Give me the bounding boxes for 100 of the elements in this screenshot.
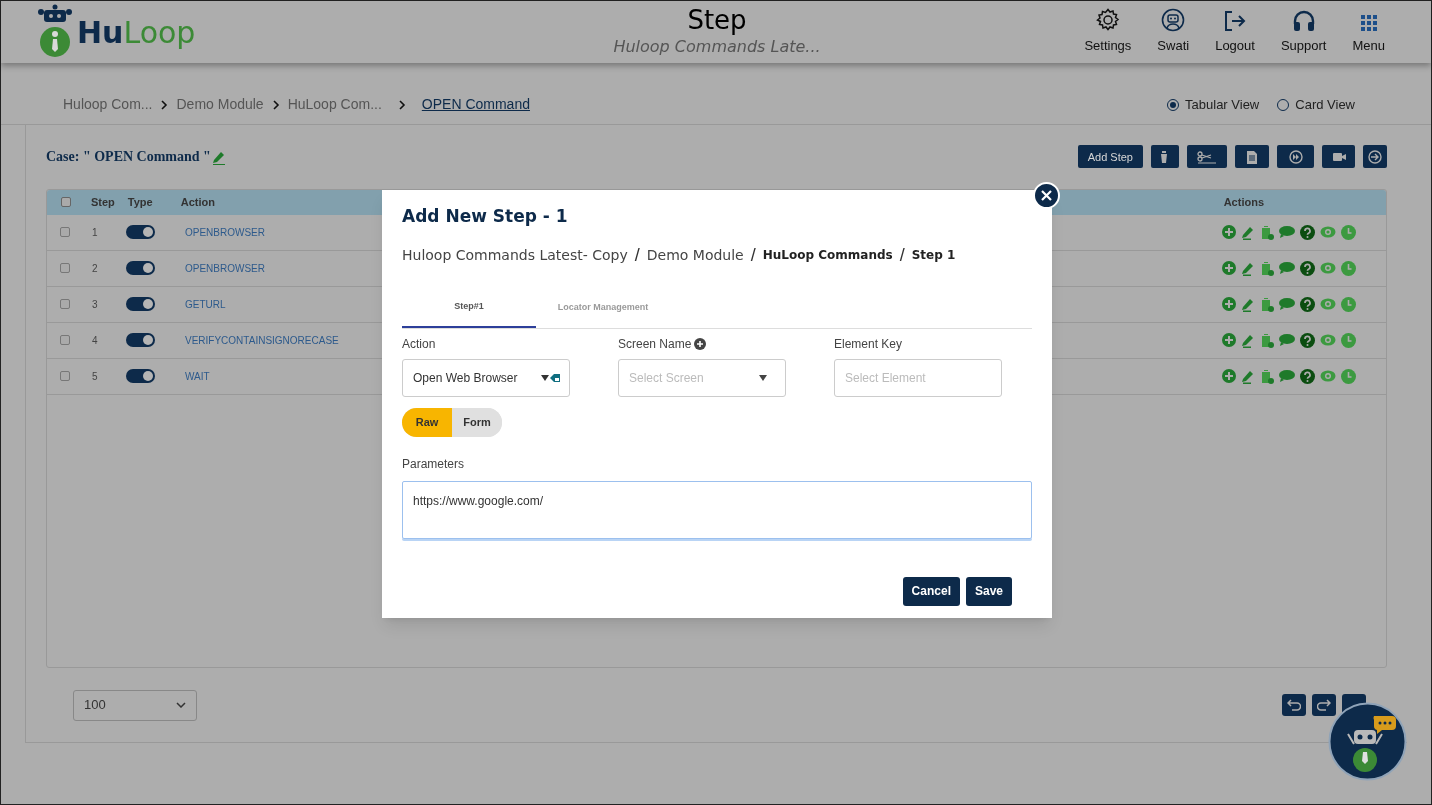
chevron-right-icon (271, 99, 280, 110)
field-label: Screen Name (618, 335, 692, 353)
table-cell-text: 3 (92, 297, 99, 312)
toggle-switch[interactable] (126, 333, 155, 348)
select-placeholder: Select Screen (629, 369, 704, 387)
edit-icon[interactable] (1241, 224, 1255, 240)
chevron-right-icon (160, 99, 169, 110)
dialog-title: Add New Step - 1 (402, 205, 569, 228)
toolbar-button[interactable] (1277, 145, 1314, 169)
settings-icon (1095, 8, 1120, 33)
eye-icon[interactable] (1320, 370, 1336, 383)
menu-icon (1359, 14, 1378, 33)
document-icon (1244, 149, 1260, 164)
toolbar-button[interactable] (1235, 145, 1269, 169)
robot-logo-icon (37, 4, 73, 60)
toolbar-button[interactable] (1363, 145, 1387, 169)
table-cell-text: OPENBROWSER (185, 261, 265, 276)
close-icon (1041, 190, 1052, 201)
headphones-icon (1291, 10, 1316, 33)
toolbar-button[interactable] (1322, 145, 1355, 169)
nav-button[interactable]: Settings (1082, 8, 1134, 56)
table-cell-text: 4 (92, 333, 99, 348)
path-separator: / (750, 243, 756, 267)
edit-icon[interactable] (1241, 260, 1255, 276)
path-label: Huloop Commands Latest- Copy (402, 245, 628, 265)
help-icon[interactable] (1300, 296, 1315, 312)
eye-icon[interactable] (1320, 298, 1336, 311)
edit-icon[interactable] (1241, 332, 1255, 348)
clock-icon[interactable] (1341, 332, 1356, 348)
logout-icon (1223, 10, 1248, 33)
case-title: Case: " OPEN Command " (46, 148, 211, 167)
toggle-switch[interactable] (126, 225, 155, 240)
row-checkbox[interactable] (60, 371, 70, 382)
undo-button[interactable] (1282, 694, 1306, 717)
row-checkbox[interactable] (60, 335, 70, 346)
comment-icon[interactable] (1279, 298, 1295, 311)
eye-icon[interactable] (1320, 334, 1336, 347)
page-size-select[interactable]: 100 (73, 689, 197, 721)
nav-button[interactable]: Menu (1350, 14, 1387, 56)
field-label: Action (402, 335, 437, 353)
table-cell-text: OPENBROWSER (185, 225, 265, 240)
action-select[interactable]: Open Web Browser (402, 358, 570, 397)
column-header: Step (91, 194, 115, 210)
robot-avatar-icon (1161, 8, 1186, 33)
select-all-checkbox[interactable] (61, 197, 71, 208)
edit-icon[interactable] (1241, 296, 1255, 312)
table-cell-text: 5 (92, 369, 99, 384)
toggle-switch[interactable] (126, 369, 155, 384)
table-cell-text: WAIT (185, 369, 210, 384)
breadcrumb-link[interactable]: OPEN Command (421, 94, 530, 115)
toggle-switch[interactable] (126, 261, 155, 276)
redo-button[interactable] (1312, 694, 1336, 717)
element-field[interactable]: Select Element (834, 358, 1002, 397)
path-label: HuLoop Commands (762, 247, 893, 264)
page-subtitle: Huloop Commands Late... (613, 36, 821, 58)
toolbar-button[interactable] (1187, 145, 1227, 169)
row-checkbox[interactable] (60, 299, 70, 310)
radio-label: Card View (1295, 95, 1355, 114)
mode-toggle[interactable]: Raw (402, 407, 452, 437)
arrow-right-circle-icon (1367, 149, 1383, 164)
chatbot-icon[interactable] (1328, 702, 1407, 781)
edit-icon[interactable] (1241, 368, 1255, 384)
logo-text: HuLoop (77, 13, 196, 52)
nav-button[interactable]: Logout (1213, 10, 1257, 56)
nav-button[interactable]: Swati (1155, 8, 1192, 56)
chevron-down-icon (176, 702, 186, 709)
path-separator: / (634, 243, 640, 267)
row-checkbox[interactable] (60, 227, 70, 238)
nav-button[interactable]: Support (1278, 10, 1329, 56)
table-cell-text: VERIFYCONTAINSIGNORECASE (185, 333, 339, 348)
clock-icon[interactable] (1341, 368, 1356, 384)
row-checkbox[interactable] (60, 263, 70, 274)
eye-icon[interactable] (1320, 226, 1336, 239)
comment-icon[interactable] (1279, 262, 1295, 275)
clock-icon[interactable] (1341, 224, 1356, 240)
radio-label: Tabular View (1185, 95, 1260, 114)
help-icon[interactable] (1300, 332, 1315, 348)
comment-icon[interactable] (1279, 334, 1295, 347)
eraser-icon[interactable] (549, 372, 561, 383)
clock-icon[interactable] (1341, 296, 1356, 312)
parameters-field[interactable]: https://www.google.com/ (402, 480, 1032, 539)
eye-icon[interactable] (1320, 262, 1336, 275)
add-icon[interactable] (694, 337, 707, 350)
field-label: Parameters (402, 455, 466, 473)
caret-down-icon (759, 374, 767, 381)
comment-icon[interactable] (1279, 226, 1295, 239)
help-icon[interactable] (1300, 224, 1315, 240)
dialog-button[interactable]: Cancel (902, 576, 960, 606)
toggle-switch[interactable] (126, 297, 155, 312)
dialog-button[interactable]: Save (965, 576, 1012, 606)
help-icon[interactable] (1300, 260, 1315, 276)
field-label: Element Key (834, 335, 904, 353)
column-header: Action (180, 194, 215, 210)
page-title: Step (687, 5, 747, 35)
tab[interactable]: Step#1 (402, 288, 536, 328)
toolbar-button[interactable] (1151, 145, 1179, 169)
comment-icon[interactable] (1279, 370, 1295, 383)
help-icon[interactable] (1300, 368, 1315, 384)
clock-icon[interactable] (1341, 260, 1356, 276)
add-step-button[interactable]: Add Step (1077, 145, 1143, 169)
